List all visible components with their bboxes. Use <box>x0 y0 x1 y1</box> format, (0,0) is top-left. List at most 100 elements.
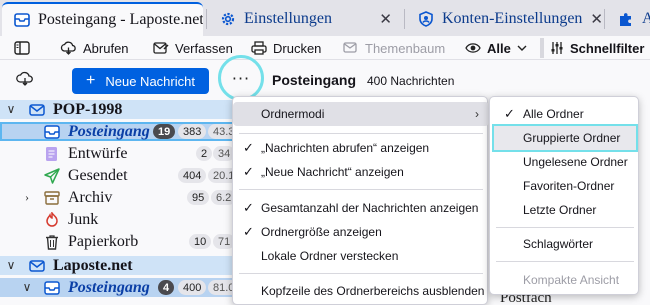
tab-settings[interactable]: Einstellungen ✕ <box>208 2 402 36</box>
menu-item-folder-modes[interactable]: Ordnermodi › <box>233 102 489 126</box>
menu-item-show-folder-size[interactable]: ✓ Ordnergröße anzeigen <box>233 220 489 244</box>
plus-icon: + <box>86 72 96 89</box>
compose-label: Verfassen <box>175 40 233 56</box>
menu-item-hide-local-folders[interactable]: Lokale Ordner verstecken <box>233 244 489 268</box>
message-count: 400 Nachrichten <box>367 74 455 88</box>
menu-item-label: Gruppierte Ordner <box>523 131 621 145</box>
account-icon <box>418 11 434 27</box>
menu-item-show-get-messages[interactable]: ✓ „Nachrichten abrufen“ anzeigen <box>233 136 489 160</box>
tab-label: Konten-Einstellungen <box>442 10 583 27</box>
tab-separator <box>604 9 605 29</box>
tab-separator <box>404 9 405 29</box>
close-icon[interactable]: ✕ <box>379 10 392 29</box>
menu-item-label: Alle Ordner <box>523 107 584 121</box>
chevron-down-icon[interactable]: ∨ <box>4 258 18 273</box>
menu-item-all-folders[interactable]: ✓ Alle Ordner <box>490 102 640 126</box>
menu-item-recent-folders[interactable]: Letzte Ordner <box>490 198 640 222</box>
menu-item-show-new-message[interactable]: ✓ „Neue Nachricht“ anzeigen <box>233 160 489 184</box>
menu-item-hide-header[interactable]: Kopfzeile des Ordnerbereichs ausblenden <box>233 279 489 303</box>
chevron-down-icon[interactable]: ∨ <box>4 102 18 117</box>
menu-separator <box>239 189 483 190</box>
menu-item-label: Kompakte Ansicht <box>523 273 620 287</box>
menu-item-favorite-folders[interactable]: Favoriten-Ordner <box>490 174 640 198</box>
menu-item-label: Ungelesene Ordner <box>523 155 628 169</box>
total-badge: 95 <box>187 190 210 205</box>
cloud-download-icon <box>60 41 77 55</box>
menu-item-label: Letzte Ordner <box>523 203 597 217</box>
checkmark-icon: ✓ <box>243 164 254 179</box>
folder-row-drafts[interactable]: Entwürfe 2 34 <box>0 144 236 163</box>
tab-bar: Posteingang - Laposte.net Einstellungen … <box>0 0 650 36</box>
total-badge: 383 <box>178 124 207 139</box>
archive-icon <box>44 190 60 206</box>
folder-pane-options-button[interactable]: ··· <box>218 55 264 101</box>
tab-addons[interactable]: Ad <box>606 2 650 36</box>
sliders-icon <box>550 41 564 55</box>
chevron-right-icon[interactable]: › <box>20 190 34 205</box>
menu-separator <box>496 227 634 228</box>
tab-inbox-laposte[interactable]: Posteingang - Laposte.net <box>2 2 203 36</box>
folder-row-junk[interactable]: Junk <box>0 210 232 229</box>
menu-item-label: „Nachrichten abrufen“ anzeigen <box>261 141 430 155</box>
tab-label: Posteingang - Laposte.net <box>38 11 203 28</box>
sidebar-icon <box>14 41 30 55</box>
folder-tree: ∨ POP-1998 Posteingang 19 383 43.3 Entwü… <box>0 100 240 305</box>
account-row-pop1998[interactable]: ∨ POP-1998 <box>0 100 232 119</box>
compose-button[interactable]: Verfassen <box>153 37 233 59</box>
checkmark-icon: ✓ <box>243 200 254 215</box>
folder-name: Posteingang <box>68 278 150 296</box>
folder-name: Posteingang <box>68 122 150 140</box>
trash-icon <box>44 234 60 250</box>
menu-item-grouped-folders[interactable]: Gruppierte Ordner <box>492 124 638 152</box>
view-filter-dropdown[interactable]: Alle <box>465 37 527 59</box>
inbox-icon <box>44 124 60 140</box>
menu-item-tags[interactable]: Schlagwörter <box>490 232 640 256</box>
unread-badge: 4 <box>158 280 175 295</box>
threads-button[interactable]: Themenbaum <box>343 37 445 59</box>
folder-row-sent[interactable]: Gesendet 404 20.1 <box>0 166 240 185</box>
folder-name: Gesendet <box>68 166 128 184</box>
account-row-laposte[interactable]: ∨ Laposte.net <box>0 256 232 275</box>
menu-item-label: Ordnergröße anzeigen <box>261 225 382 239</box>
tab-label: Einstellungen <box>244 10 332 27</box>
total-badge: 2 <box>196 146 213 161</box>
tab-account-settings[interactable]: Konten-Einstellungen ✕ <box>406 2 602 36</box>
printer-icon <box>251 41 267 55</box>
print-button[interactable]: Drucken <box>251 37 321 59</box>
menu-item-label: Schlagwörter <box>523 237 594 251</box>
account-icon <box>29 258 45 274</box>
folder-title: Posteingang <box>272 72 357 88</box>
menu-separator <box>239 133 483 134</box>
total-badge: 400 <box>178 280 207 295</box>
menu-item-label: Kopfzeile des Ordnerbereichs ausblenden <box>261 284 485 298</box>
unread-badge: 19 <box>153 124 176 139</box>
total-badge: 404 <box>178 168 207 183</box>
folder-pane-toggle[interactable] <box>14 37 30 59</box>
checkmark-icon: ✓ <box>243 140 254 155</box>
chevron-down-icon[interactable]: ∨ <box>20 280 34 295</box>
folder-row-archive[interactable]: › Archiv 95 6.2 <box>0 188 237 207</box>
checkmark-icon: ✓ <box>243 224 254 239</box>
menu-item-compact-view[interactable]: Kompakte Ansicht <box>490 268 640 292</box>
menu-item-unread-folders[interactable]: Ungelesene Ordner <box>490 150 640 174</box>
menu-item-show-total-count[interactable]: ✓ Gesamtanzahl der Nachrichten anzeigen <box>233 196 489 220</box>
tab-label: Ad <box>642 10 650 27</box>
eye-icon <box>465 42 481 54</box>
folder-row-inbox-pop1998[interactable]: Posteingang 19 383 43.3 <box>0 122 240 141</box>
folder-name: Archiv <box>68 188 113 206</box>
new-message-button[interactable]: + Neue Nachricht <box>72 68 209 94</box>
menu-item-label: Lokale Ordner verstecken <box>261 249 399 263</box>
threads-icon <box>343 41 359 55</box>
folder-name: Papierkorb <box>68 232 139 250</box>
get-messages-button[interactable]: Abrufen <box>60 37 129 59</box>
print-label: Drucken <box>273 40 322 56</box>
close-icon[interactable]: ✕ <box>590 10 602 29</box>
folder-row-trash[interactable]: Papierkorb 10 71 <box>0 232 236 251</box>
new-message-label: Neue Nachricht <box>105 73 195 89</box>
folder-row-inbox-laposte[interactable]: ∨ Posteingang 4 400 81.0 <box>0 278 240 297</box>
cloud-download-icon[interactable] <box>16 71 34 87</box>
more-icon: ··· <box>231 68 251 88</box>
checkmark-icon: ✓ <box>504 106 515 121</box>
chevron-down-icon <box>517 44 527 52</box>
quick-filter-button[interactable]: Schnellfilter <box>550 37 644 59</box>
